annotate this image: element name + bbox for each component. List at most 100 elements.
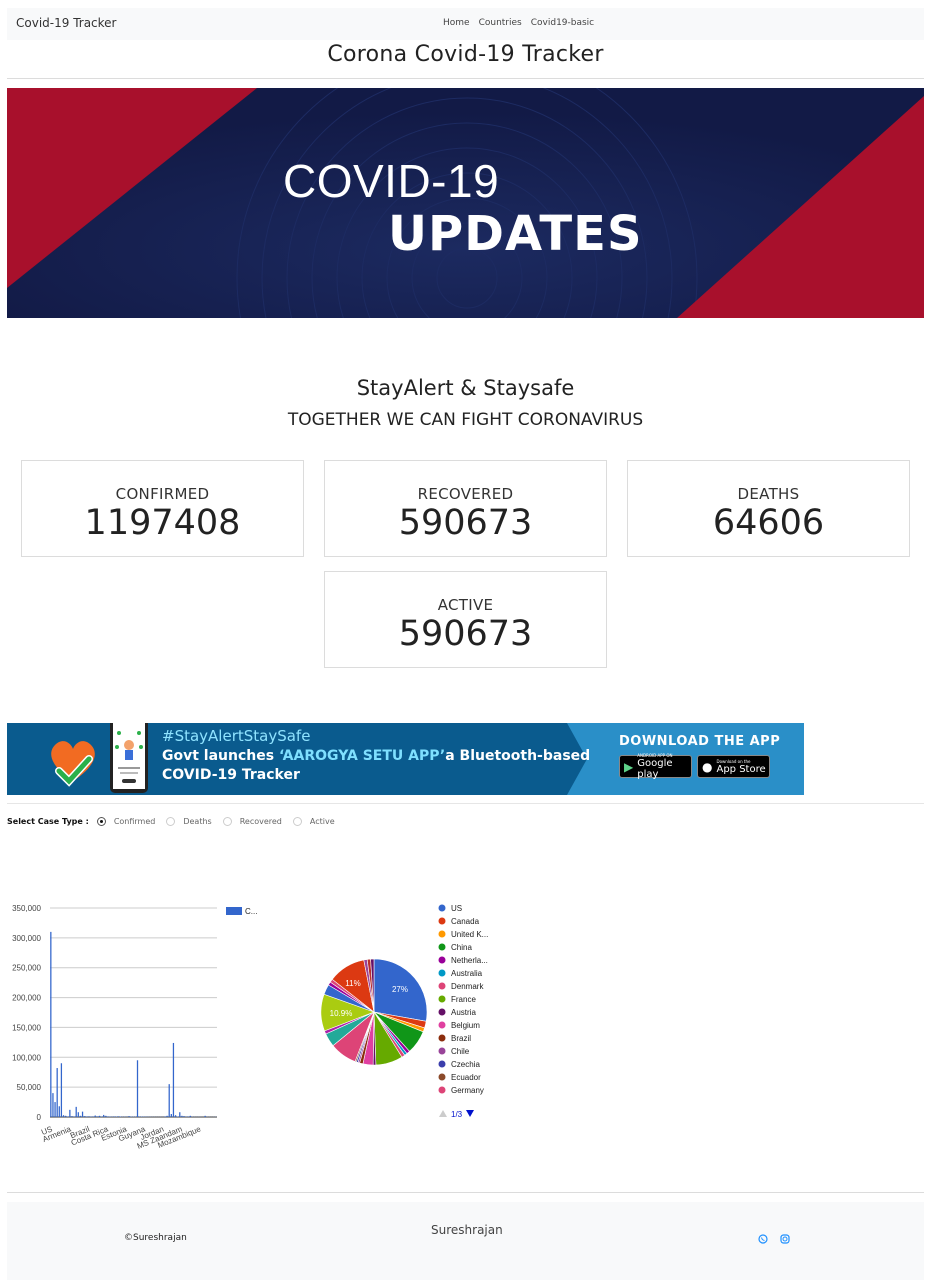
bar <box>92 1116 94 1117</box>
bar <box>94 1115 96 1117</box>
stay-alert-subtitle: TOGETHER WE CAN FIGHT CORONAVIRUS <box>287 410 644 430</box>
legend-label: Ecuador <box>451 1073 481 1082</box>
bar <box>73 1116 75 1117</box>
bar <box>77 1112 79 1117</box>
radio-label-active: Active <box>309 817 335 826</box>
active-card: ACTIVE 590673 <box>324 571 607 668</box>
bar <box>81 1111 84 1117</box>
app-banner-headline-post: a Bluetooth-based <box>445 748 591 764</box>
phone-illustration-icon <box>110 723 148 793</box>
bar <box>183 1116 185 1117</box>
bar <box>86 1116 88 1117</box>
deaths-label: DEATHS <box>737 485 800 503</box>
radio-button-recovered[interactable] <box>222 817 232 826</box>
radio-button-active[interactable] <box>292 817 302 826</box>
radio-active[interactable]: Active <box>292 817 335 826</box>
y-tick-label: 50,000 <box>17 1083 42 1092</box>
radio-label-deaths: Deaths <box>183 817 212 826</box>
legend-label: Denmark <box>451 982 484 991</box>
app-store-button[interactable]: ● Download on the App Store <box>697 755 770 778</box>
bar <box>62 1115 65 1117</box>
divider <box>7 803 924 804</box>
bar <box>105 1115 107 1117</box>
footer-social-icons <box>758 1234 790 1244</box>
legend-label: Chile <box>451 1047 470 1056</box>
confirmed-label: CONFIRMED <box>115 485 210 503</box>
legend-dot <box>438 995 446 1003</box>
bar <box>164 1116 166 1117</box>
bar <box>166 1115 168 1117</box>
legend-dot <box>438 956 446 964</box>
nav-link-home[interactable]: Home <box>443 18 470 28</box>
bar <box>103 1114 105 1117</box>
bar <box>69 1109 71 1117</box>
bar <box>56 1068 58 1117</box>
footer-copyright: ©Sureshrajan <box>124 1233 187 1243</box>
bar <box>138 1116 141 1117</box>
footer: ©Sureshrajan Sureshrajan <box>7 1202 924 1280</box>
legend-label: Czechia <box>451 1060 480 1069</box>
bar <box>174 1115 177 1117</box>
banner-title-line2: UPDATES <box>388 206 643 262</box>
nav-links: Home Countries Covid19-basic <box>443 18 594 28</box>
bar <box>50 931 52 1117</box>
y-tick-label: 250,000 <box>12 964 41 973</box>
radio-button-deaths[interactable] <box>166 817 176 826</box>
bar <box>179 1112 181 1117</box>
radio-confirmed[interactable]: Confirmed <box>96 817 155 826</box>
y-tick-label: 100,000 <box>12 1053 41 1062</box>
app-store-text: Download on the App Store <box>716 759 765 775</box>
bar <box>58 1106 60 1117</box>
legend-dot <box>438 1073 446 1081</box>
legend-label: US <box>451 904 462 913</box>
legend-dot <box>438 904 446 912</box>
bar <box>79 1115 82 1117</box>
bar <box>64 1115 67 1117</box>
radio-recovered[interactable]: Recovered <box>222 817 282 826</box>
legend-swatch <box>226 907 242 915</box>
bar <box>181 1115 183 1117</box>
divider <box>7 1192 924 1193</box>
apple-icon: ● <box>702 759 713 774</box>
pie-slice-label: 27% <box>392 985 408 994</box>
legend-dot <box>438 969 446 977</box>
nav-link-countries[interactable]: Countries <box>479 18 522 28</box>
bar <box>96 1116 98 1117</box>
confirmed-bar-chart: 0 50,000 100,000 150,000 200,000 250,000 300,0… <box>12 904 257 1151</box>
case-type-selector: Select Case Type : Confirmed Deaths Reco… <box>7 817 346 826</box>
instagram-icon[interactable] <box>780 1234 790 1244</box>
radio-button-confirmed[interactable] <box>96 817 106 826</box>
legend-dot <box>438 1086 446 1094</box>
nav-link-covid19-basic[interactable]: Covid19-basic <box>531 18 594 28</box>
y-tick-label: 300,000 <box>12 934 41 943</box>
y-tick-label: 0 <box>37 1113 42 1122</box>
deaths-value: 64606 <box>712 503 825 543</box>
legend-dot <box>438 930 446 938</box>
bar <box>128 1116 130 1117</box>
bar <box>84 1116 86 1117</box>
aarogya-setu-banner[interactable]: #StayAlertStaySafe Govt launches ‘AAROGY… <box>7 723 804 795</box>
legend-label: Australia <box>451 969 483 978</box>
bar <box>67 1116 69 1117</box>
recovered-label: RECOVERED <box>417 485 514 503</box>
legend-dot <box>438 1034 446 1042</box>
brand-link[interactable]: Covid-19 Tracker <box>16 16 116 30</box>
legend-label: Netherla... <box>451 956 488 965</box>
download-app-title: DOWNLOAD THE APP <box>619 734 781 749</box>
legend-label: Austria <box>451 1008 476 1017</box>
bar <box>107 1116 109 1117</box>
whatsapp-icon[interactable] <box>758 1234 768 1244</box>
legend-label: China <box>451 943 472 952</box>
confirmed-card: CONFIRMED 1197408 <box>21 460 304 557</box>
legend-dot <box>438 1060 446 1068</box>
app-banner-headline: Govt launches ‘AAROGYA SETU APP’a Blueto… <box>162 748 590 764</box>
bar <box>52 1093 54 1117</box>
bar <box>60 1063 63 1117</box>
app-banner-hashtag: #StayAlertStaySafe <box>162 727 311 745</box>
bar <box>187 1116 189 1117</box>
y-tick-label: 200,000 <box>12 994 41 1003</box>
recovered-value: 590673 <box>398 503 533 543</box>
page-title: Corona Covid-19 Tracker <box>327 42 604 67</box>
radio-deaths[interactable]: Deaths <box>166 817 212 826</box>
google-play-button[interactable]: ▶ ANDROID APP ON Google play <box>619 753 692 780</box>
